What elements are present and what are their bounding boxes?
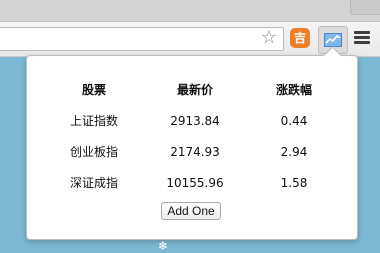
stock-price: 2174.93	[170, 144, 220, 159]
table-row: 上证指数 2913.84 0.44	[48, 105, 338, 136]
window-titlebar	[0, 0, 380, 22]
header-latest-price: 最新价	[176, 83, 213, 97]
stock-name: 上证指数	[69, 114, 118, 128]
stock-price: 2913.84	[170, 113, 220, 128]
table-row: 创业板指 2174.93 2.94	[48, 136, 338, 167]
stock-change: 2.94	[280, 144, 308, 159]
stock-popup: 股票 最新价 涨跌幅 上证指数 2913.84 0.44 创业板指 2174.9…	[26, 55, 358, 240]
extension-badge-text: 吉	[293, 31, 306, 45]
snowflake-icon: ❄	[157, 239, 169, 253]
stock-name: 深证成指	[69, 176, 118, 190]
stock-change: 0.44	[280, 113, 308, 128]
header-change: 涨跌幅	[275, 83, 312, 97]
stock-table: 股票 最新价 涨跌幅 上证指数 2913.84 0.44 创业板指 2174.9…	[48, 74, 338, 198]
stock-name: 创业板指	[69, 145, 118, 159]
header-stock: 股票	[81, 83, 106, 97]
extension-icon[interactable]: 吉	[290, 28, 310, 48]
table-header-row: 股票 最新价 涨跌幅	[48, 74, 338, 105]
star-icon[interactable]: ☆	[259, 28, 279, 48]
address-bar[interactable]	[0, 27, 284, 51]
hamburger-menu-icon[interactable]	[354, 31, 370, 45]
stock-price: 10155.96	[166, 175, 224, 190]
add-one-button[interactable]: Add One	[161, 202, 221, 220]
window-control[interactable]	[350, 0, 380, 15]
stock-change: 1.58	[280, 175, 308, 190]
table-row: 深证成指 10155.96 1.58	[48, 167, 338, 198]
